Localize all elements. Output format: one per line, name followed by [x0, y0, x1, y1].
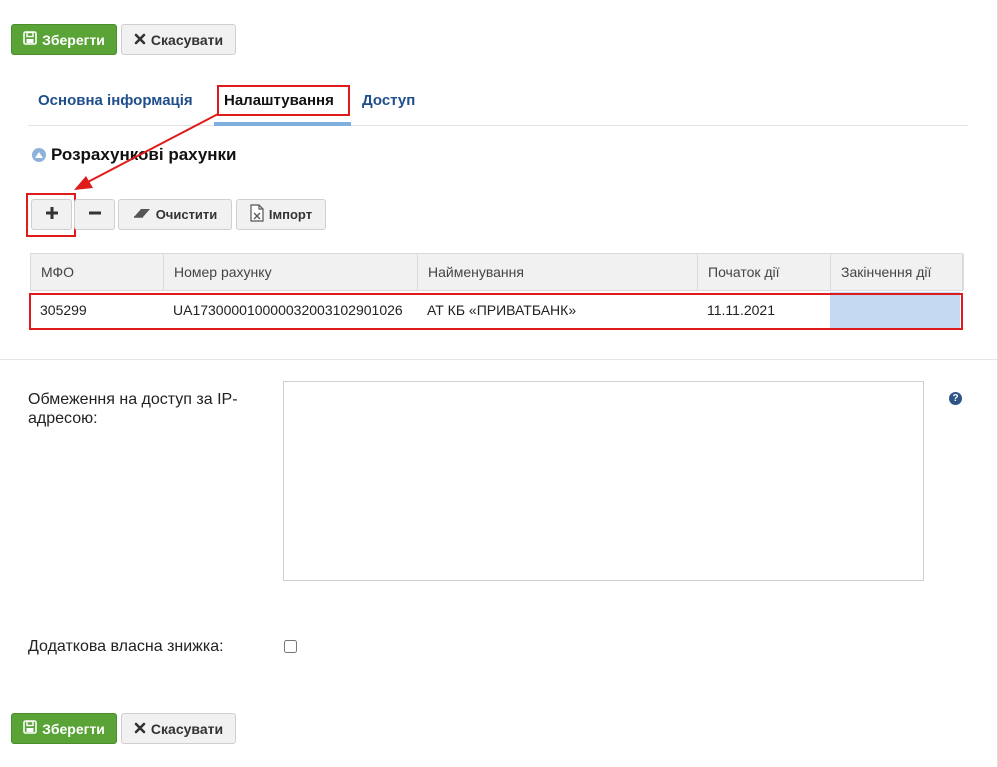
column-header-mfo[interactable]: МФО: [31, 254, 164, 290]
remove-row-button[interactable]: [74, 199, 115, 230]
column-header-account-number[interactable]: Номер рахунку: [164, 254, 418, 290]
column-header-end-date[interactable]: Закінчення дії: [831, 254, 964, 290]
close-icon: [134, 721, 146, 737]
import-button[interactable]: Імпорт: [236, 199, 326, 230]
save-button-bottom[interactable]: Зберегти: [11, 713, 117, 744]
accounts-table-header: МФО Номер рахунку Найменування Початок д…: [30, 253, 964, 291]
save-button-top[interactable]: Зберегти: [11, 24, 117, 55]
section-divider: [0, 359, 997, 360]
cancel-label: Скасувати: [150, 31, 224, 48]
add-row-button[interactable]: [31, 199, 72, 230]
tab-access[interactable]: Доступ: [362, 88, 415, 114]
save-label: Зберегти: [42, 720, 105, 737]
cancel-button-bottom[interactable]: Скасувати: [121, 713, 236, 744]
cell-mfo[interactable]: 305299: [30, 292, 163, 329]
save-label: Зберегти: [42, 31, 105, 48]
cancel-label: Скасувати: [150, 720, 224, 737]
save-icon: [23, 31, 37, 48]
discount-label: Додаткова власна знижка:: [28, 638, 224, 655]
column-header-start-date[interactable]: Початок дії: [698, 254, 831, 290]
cell-account-number[interactable]: UA173000010000032003102901026: [163, 292, 417, 329]
cell-start-date[interactable]: 11.11.2021: [697, 292, 830, 329]
plus-icon: [45, 206, 59, 223]
excel-file-icon: [250, 204, 264, 225]
active-tab-indicator: [214, 122, 351, 126]
help-icon[interactable]: ?: [949, 392, 962, 405]
clear-label: Очистити: [155, 207, 218, 222]
column-header-name[interactable]: Найменування: [418, 254, 698, 290]
eraser-icon: [133, 207, 151, 222]
arrow-annotation: [74, 113, 219, 190]
cell-end-date[interactable]: [830, 292, 960, 329]
discount-checkbox[interactable]: [284, 640, 297, 653]
import-label: Імпорт: [268, 207, 313, 222]
cell-name[interactable]: АТ КБ «ПРИВАТБАНК»: [417, 292, 697, 329]
ip-restriction-label: Обмеження на доступ за IP-адресою:: [28, 391, 238, 427]
table-row[interactable]: 305299 UA173000010000032003102901026 АТ …: [30, 292, 963, 329]
clear-button[interactable]: Очистити: [118, 199, 232, 230]
save-icon: [23, 720, 37, 737]
collapse-up-icon[interactable]: [32, 148, 46, 162]
close-icon: [134, 32, 146, 48]
tab-settings[interactable]: Налаштування: [224, 88, 334, 114]
cancel-button-top[interactable]: Скасувати: [121, 24, 236, 55]
minus-icon: [88, 206, 102, 223]
ip-restriction-input[interactable]: [283, 381, 924, 581]
